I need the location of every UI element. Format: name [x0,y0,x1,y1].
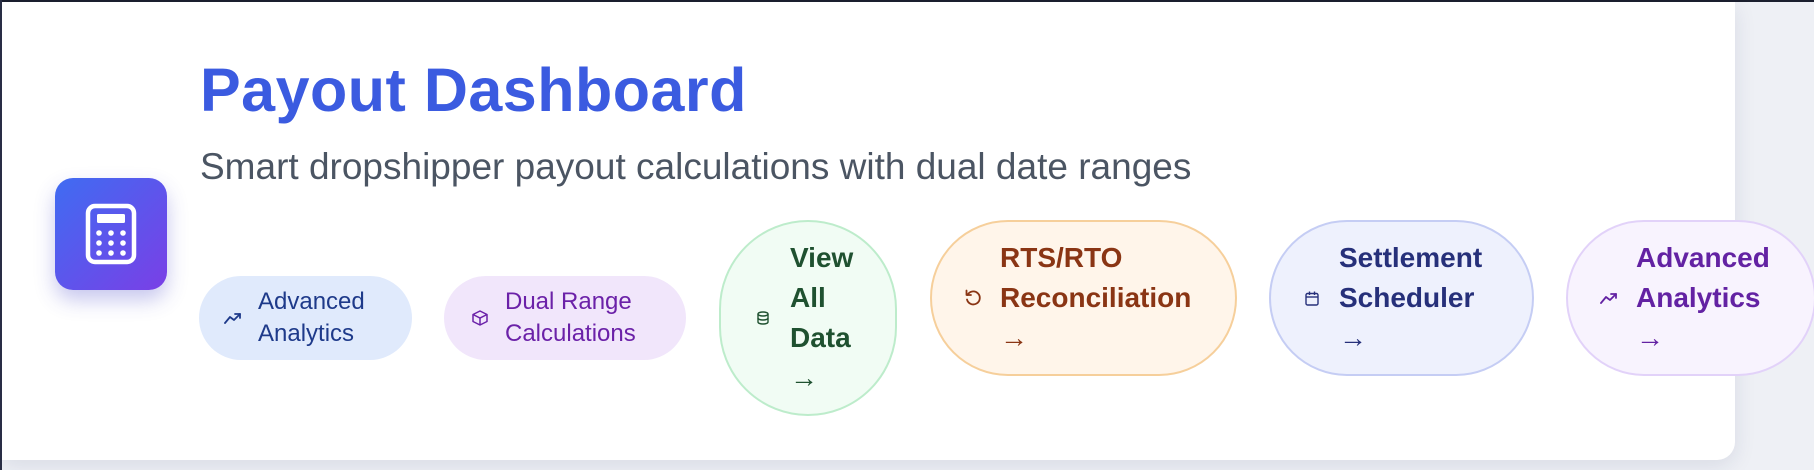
button-label: RTS/RTO Reconciliation → [1000,242,1192,353]
view-all-data-button[interactable]: View All Data → [719,220,897,416]
badge-label: Dual Range Calculations [505,288,636,347]
badge-dual-range-calculations: Dual Range Calculations [444,276,686,360]
trending-up-icon [1600,292,1618,304]
button-label: Advanced Analytics → [1636,242,1770,353]
advanced-analytics-button[interactable]: Advanced Analytics → [1566,220,1814,376]
trending-up-icon [224,312,242,324]
button-label: Settlement Scheduler → [1339,242,1483,353]
calculator-icon [55,178,167,290]
refresh-icon [964,289,982,307]
page-subtitle: Smart dropshipper payout calculations wi… [200,146,1192,187]
page-title: Payout Dashboard [200,56,747,124]
database-icon [754,311,772,325]
package-icon [471,310,489,326]
badge-advanced-analytics: Advanced Analytics [199,276,412,360]
rts-rto-reconciliation-button[interactable]: RTS/RTO Reconciliation → [930,220,1237,376]
button-label: View All Data → [790,242,854,393]
header-card: Payout Dashboard Smart dropshipper payou… [2,2,1814,460]
calendar-icon [1303,291,1321,306]
settlement-scheduler-button[interactable]: Settlement Scheduler → [1269,220,1534,376]
badge-label: Advanced Analytics [258,288,365,347]
